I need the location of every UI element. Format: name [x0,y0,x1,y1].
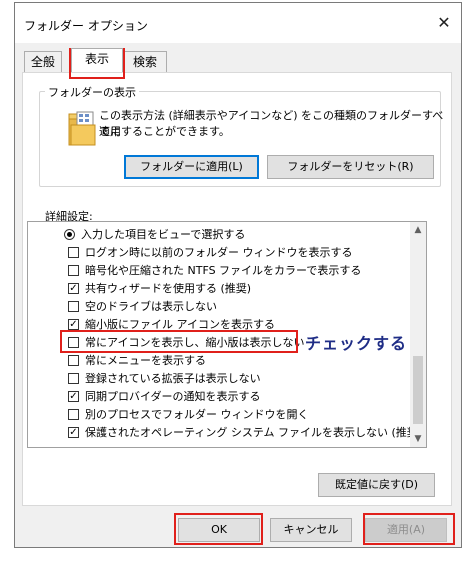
reset-folders-button[interactable]: フォルダーをリセット(R) [267,155,434,179]
tab-general[interactable]: 全般 [24,51,62,72]
checkbox[interactable]: ✓ [68,283,79,294]
ok-button[interactable]: OK [178,518,260,542]
checkbox[interactable] [68,355,79,366]
tab-search[interactable]: 検索 [123,51,167,72]
checkbox[interactable] [68,337,79,348]
checkbox[interactable] [68,247,79,258]
title-bar: フォルダー オプション ✕ [15,3,461,43]
apply-button[interactable]: 適用(A) [365,518,447,542]
checkbox[interactable]: ✓ [68,391,79,402]
checkbox[interactable]: ✓ [68,319,79,330]
folder-icon [68,111,96,150]
check-annotation-text: チェックする [305,334,408,353]
cancel-button[interactable]: キャンセル [270,518,352,542]
scroll-thumb[interactable] [413,356,423,424]
checkbox[interactable] [68,373,79,384]
chevron-up-icon[interactable]: ▲ [410,222,426,238]
folder-view-legend: フォルダーの表示 [45,84,139,100]
checkbox[interactable] [68,409,79,420]
folder-view-description-2: 適用することができます。 [99,125,230,138]
restore-defaults-button[interactable]: 既定値に戻す(D) [318,473,435,497]
checkbox[interactable] [68,301,79,312]
chevron-down-icon[interactable]: ▼ [410,431,426,447]
checkbox[interactable]: ✓ [68,427,79,438]
window-title: フォルダー オプション [24,19,148,33]
apply-to-folders-button[interactable]: フォルダーに適用(L) [124,155,259,179]
list-scrollbar[interactable]: ▲ ▼ [410,222,426,447]
close-icon[interactable]: ✕ [433,12,455,34]
radio-button[interactable] [64,229,75,240]
checkbox[interactable] [68,265,79,276]
tab-view[interactable]: 表示 [71,48,123,72]
